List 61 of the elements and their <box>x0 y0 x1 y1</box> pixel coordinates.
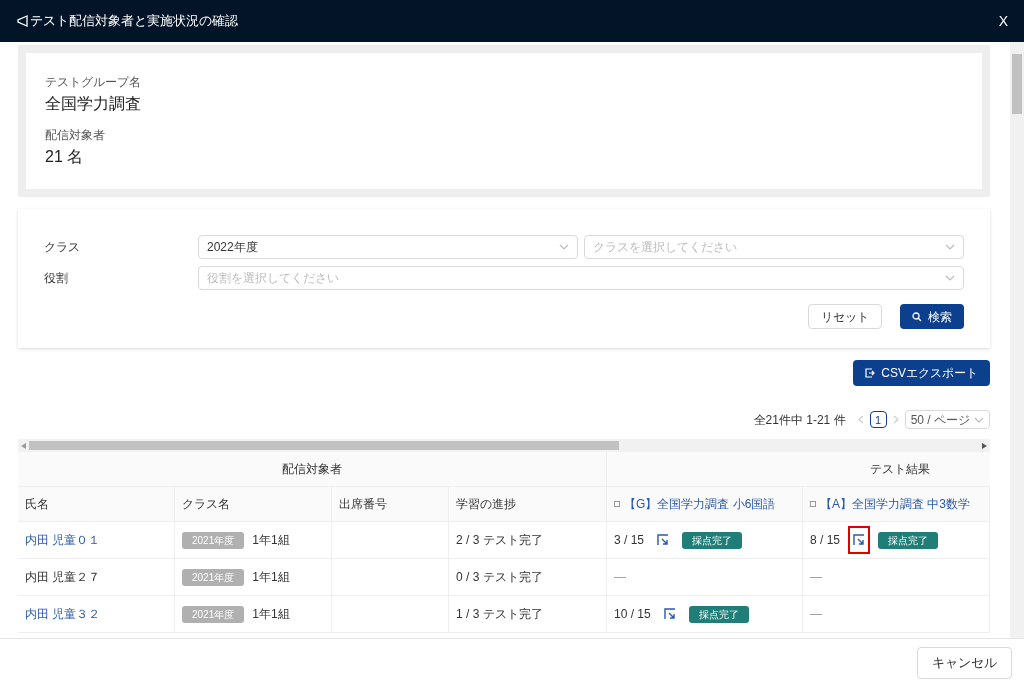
group-header: 配信対象者 <box>18 452 607 487</box>
score-text: 8 / 15 <box>810 532 841 549</box>
empty-dash: — <box>614 569 626 586</box>
pagination-total: 全21件中 1-21 件 <box>753 411 846 429</box>
checkbox-icon[interactable] <box>810 501 816 507</box>
field-label: テストグループ名 <box>45 74 142 91</box>
year-tag: 2021年度 <box>182 568 245 586</box>
status-tag: 採点完了 <box>688 605 749 623</box>
csv-export-button[interactable]: CSVエクスポート <box>853 360 990 386</box>
test-column-header[interactable]: 【G】全国学力調査 小6国語 <box>607 487 803 522</box>
open-result-icon[interactable] <box>848 526 871 554</box>
score-text: 10 / 15 <box>614 606 651 623</box>
export-icon <box>865 368 876 378</box>
scroll-left-icon[interactable] <box>21 442 26 449</box>
horizontal-scrollbar[interactable] <box>18 439 990 452</box>
prev-page-icon[interactable] <box>857 415 864 424</box>
vertical-scrollbar[interactable] <box>1010 42 1024 638</box>
test-column-header[interactable]: 【A】全国学力調査 中3数学 <box>803 487 990 522</box>
student-name: 内田 児童２７ <box>25 569 101 586</box>
page-button[interactable]: 1 <box>869 411 887 428</box>
page-size-select[interactable]: 50 / ページ <box>904 410 990 429</box>
student-link[interactable]: 内田 児童０１ <box>25 531 101 549</box>
column-header: 氏名 <box>18 487 175 522</box>
class-name: 1年1組 <box>252 532 290 549</box>
column-header: クラス名 <box>175 487 332 522</box>
empty-dash: — <box>810 569 822 586</box>
student-link[interactable]: 内田 児童３２ <box>25 605 101 623</box>
search-icon <box>912 311 922 322</box>
progress-text: 2 / 3 テスト完了 <box>456 532 543 549</box>
reset-button[interactable]: リセット <box>808 304 882 329</box>
chevron-down-icon <box>945 244 955 250</box>
window-title: テスト配信対象者と実施状況の確認 <box>30 12 238 31</box>
class-name: 1年1組 <box>252 606 290 623</box>
year-tag: 2021年度 <box>182 531 245 549</box>
close-button[interactable]: X <box>998 10 1008 32</box>
empty-dash: — <box>810 606 822 623</box>
field-label: 配信対象者 <box>45 127 106 144</box>
year-tag: 2021年度 <box>182 605 245 623</box>
column-header: 学習の進捗 <box>449 487 607 522</box>
filter-label: 役割 <box>44 270 69 287</box>
chevron-down-icon <box>945 275 955 281</box>
select-field[interactable]: 2022年度 <box>198 235 578 259</box>
group-header: テスト結果 <box>607 452 990 487</box>
group-name: 全国学力調査 <box>45 94 142 114</box>
class-name: 1年1組 <box>252 569 290 586</box>
target-count: 21 名 <box>45 147 85 167</box>
score-text: 3 / 15 <box>614 532 645 549</box>
search-button[interactable]: 検索 <box>900 304 964 329</box>
scroll-right-icon[interactable] <box>982 442 987 449</box>
checkbox-icon[interactable] <box>614 501 620 507</box>
filter-label: クラス <box>44 239 81 256</box>
progress-text: 1 / 3 テスト完了 <box>456 606 543 623</box>
chevron-down-icon <box>974 416 984 423</box>
column-header: 出席番号 <box>332 487 449 522</box>
chevron-down-icon <box>559 244 569 250</box>
next-page-icon[interactable] <box>892 415 899 424</box>
progress-text: 0 / 3 テスト完了 <box>456 569 543 586</box>
cancel-button[interactable]: キャンセル <box>917 646 1012 679</box>
megaphone-icon <box>16 15 28 27</box>
status-tag: 採点完了 <box>682 531 743 549</box>
status-tag: 採点完了 <box>878 531 939 549</box>
